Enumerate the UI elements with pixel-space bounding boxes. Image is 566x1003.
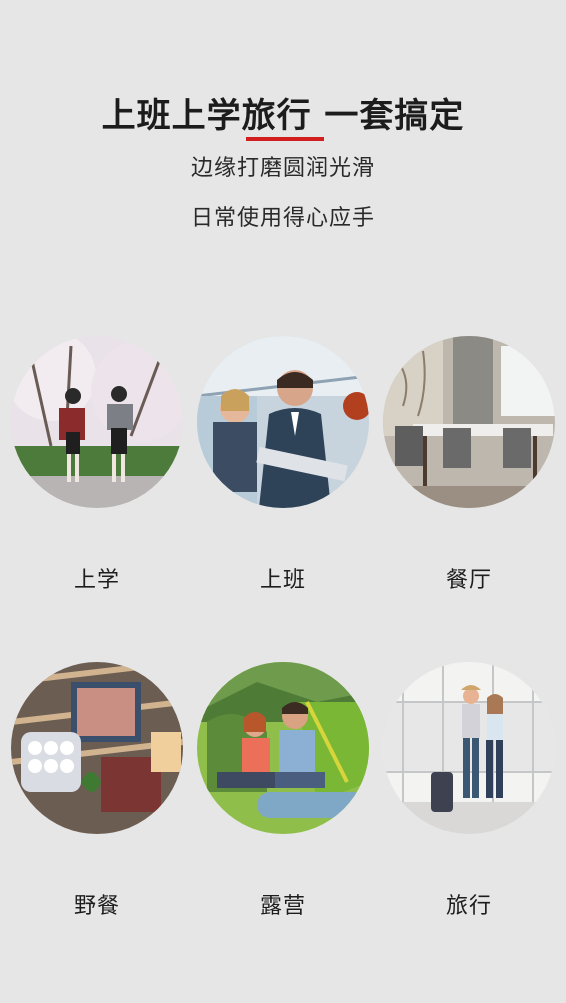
scene-label: 上班 [259, 568, 306, 593]
office-photo [197, 336, 369, 508]
scene-card-camping: 露营 [197, 662, 369, 920]
picnic-photo [11, 662, 183, 834]
scene-label: 上学 [73, 568, 120, 593]
scene-label: 旅行 [445, 894, 492, 919]
scene-card-office: 上班 [197, 336, 369, 594]
subtitle-line-2: 日常使用得心应手 [190, 206, 375, 231]
scene-label: 餐厅 [445, 568, 492, 593]
subtitle-line-1: 边缘打磨圆润光滑 [190, 156, 375, 181]
travel-photo [383, 662, 555, 834]
scene-label: 野餐 [73, 894, 120, 919]
scene-card-restaurant: 餐厅 [383, 336, 555, 594]
school-photo [11, 336, 183, 508]
camping-photo [197, 662, 369, 834]
page-title: 上班上学旅行 一套搞定 [101, 96, 465, 136]
scene-label: 露营 [259, 894, 306, 919]
restaurant-photo [383, 336, 555, 508]
title-underline [246, 137, 324, 141]
scene-card-travel: 旅行 [383, 662, 555, 920]
scene-card-school: 上学 [11, 336, 183, 594]
scene-card-picnic: 野餐 [11, 662, 183, 920]
